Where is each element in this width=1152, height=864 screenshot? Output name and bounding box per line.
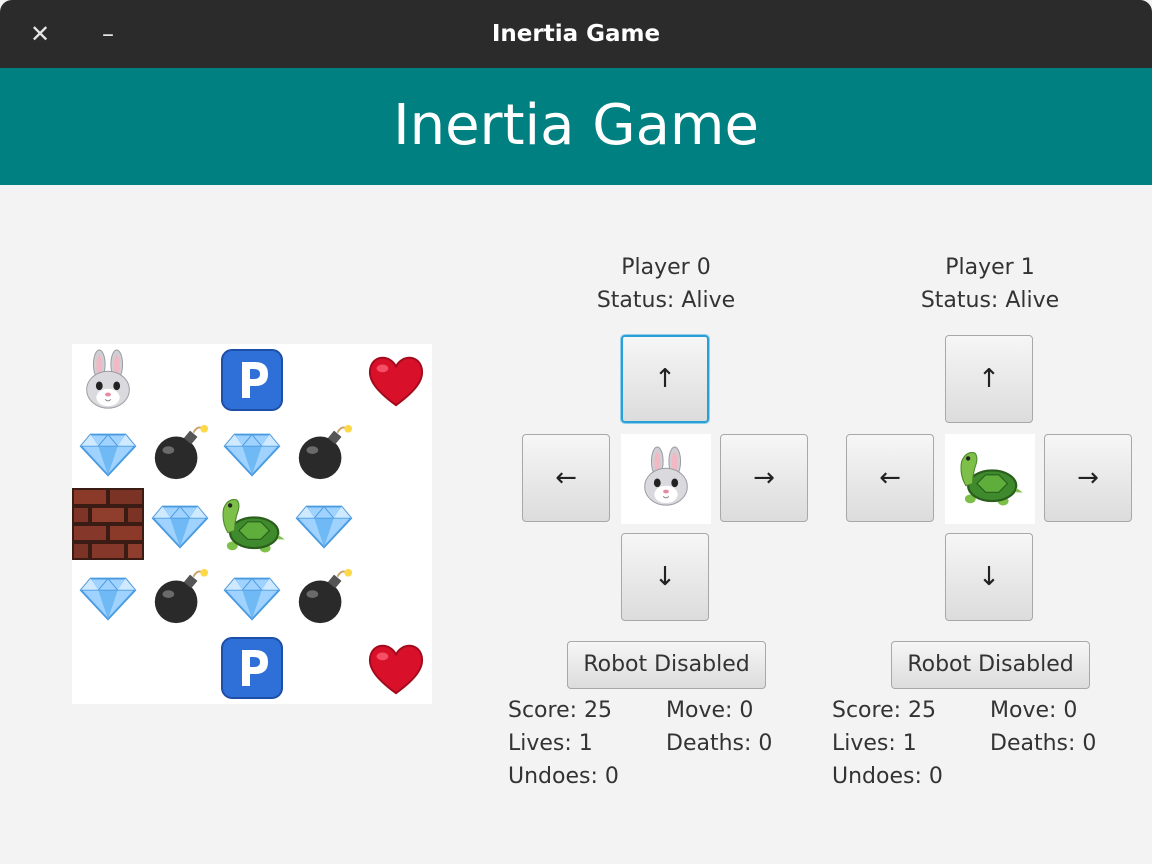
diamond-icon (149, 493, 211, 555)
player-avatar (621, 434, 711, 524)
board-cell (360, 560, 432, 632)
parking-icon (220, 636, 284, 700)
board-cell (216, 416, 288, 488)
move-up-button[interactable]: ↑ (621, 335, 709, 423)
bomb-icon (149, 421, 211, 483)
diamond-icon (221, 565, 283, 627)
board-cell (216, 560, 288, 632)
board-cell (144, 560, 216, 632)
move-down-button[interactable]: ↓ (945, 533, 1033, 621)
parking-icon (220, 348, 284, 412)
player-1-panel: Player 1 Status: Alive ↑ ← → ↓ Robot Dis… (832, 0, 1152, 864)
deaths-label: Deaths: 0 (990, 731, 1097, 756)
heart-icon (365, 349, 427, 411)
robot-toggle-button[interactable]: Robot Disabled (891, 641, 1090, 689)
bomb-icon (293, 421, 355, 483)
lives-label: Lives: 1 (508, 731, 593, 756)
robot-toggle-button[interactable]: Robot Disabled (567, 641, 766, 689)
board-cell (216, 344, 288, 416)
board-cell (144, 416, 216, 488)
move-count-label: Move: 0 (666, 698, 754, 723)
board-cell (216, 488, 288, 560)
player-0-panel: Player 0 Status: Alive ↑ ← → ↓ Robot Dis… (508, 0, 862, 864)
board-cell (360, 632, 432, 704)
board-cell (288, 488, 360, 560)
rabbit-icon (635, 446, 697, 512)
score-label: Score: 25 (832, 698, 937, 723)
player-name: Player 1 (945, 255, 1035, 280)
diamond-icon (221, 421, 283, 483)
game-board (72, 344, 432, 704)
move-down-button[interactable]: ↓ (621, 533, 709, 621)
lives-label: Lives: 1 (832, 731, 917, 756)
diamond-icon (293, 493, 355, 555)
undoes-label: Undoes: 0 (832, 764, 943, 789)
board-cell (144, 344, 216, 416)
board-cell (144, 632, 216, 704)
board-cell (144, 488, 216, 560)
turtle-icon (955, 442, 1025, 516)
bomb-icon (293, 565, 355, 627)
player-status: Status: Alive (920, 288, 1060, 313)
player-avatar (945, 434, 1035, 524)
diamond-icon (77, 565, 139, 627)
heart-icon (365, 637, 427, 699)
move-count-label: Move: 0 (990, 698, 1078, 723)
board-cell (72, 488, 144, 560)
board-cell (360, 344, 432, 416)
player-name: Player 0 (621, 255, 711, 280)
player-status: Status: Alive (596, 288, 736, 313)
deaths-label: Deaths: 0 (666, 731, 773, 756)
undoes-label: Undoes: 0 (508, 764, 619, 789)
board-cell (360, 416, 432, 488)
board-cell (288, 560, 360, 632)
board-cell (72, 632, 144, 704)
brick-icon (72, 488, 144, 560)
bomb-icon (149, 565, 211, 627)
board-cell (288, 416, 360, 488)
board-cell (288, 632, 360, 704)
turtle-icon (217, 489, 287, 559)
move-up-button[interactable]: ↑ (945, 335, 1033, 423)
move-left-button[interactable]: ← (846, 434, 934, 522)
move-right-button[interactable]: → (720, 434, 808, 522)
board-cell (72, 416, 144, 488)
board-cell (360, 488, 432, 560)
board-cell (216, 632, 288, 704)
rabbit-icon (77, 349, 139, 411)
board-cell (72, 560, 144, 632)
move-left-button[interactable]: ← (522, 434, 610, 522)
board-cell (72, 344, 144, 416)
board-cell (288, 344, 360, 416)
move-right-button[interactable]: → (1044, 434, 1132, 522)
diamond-icon (77, 421, 139, 483)
score-label: Score: 25 (508, 698, 613, 723)
